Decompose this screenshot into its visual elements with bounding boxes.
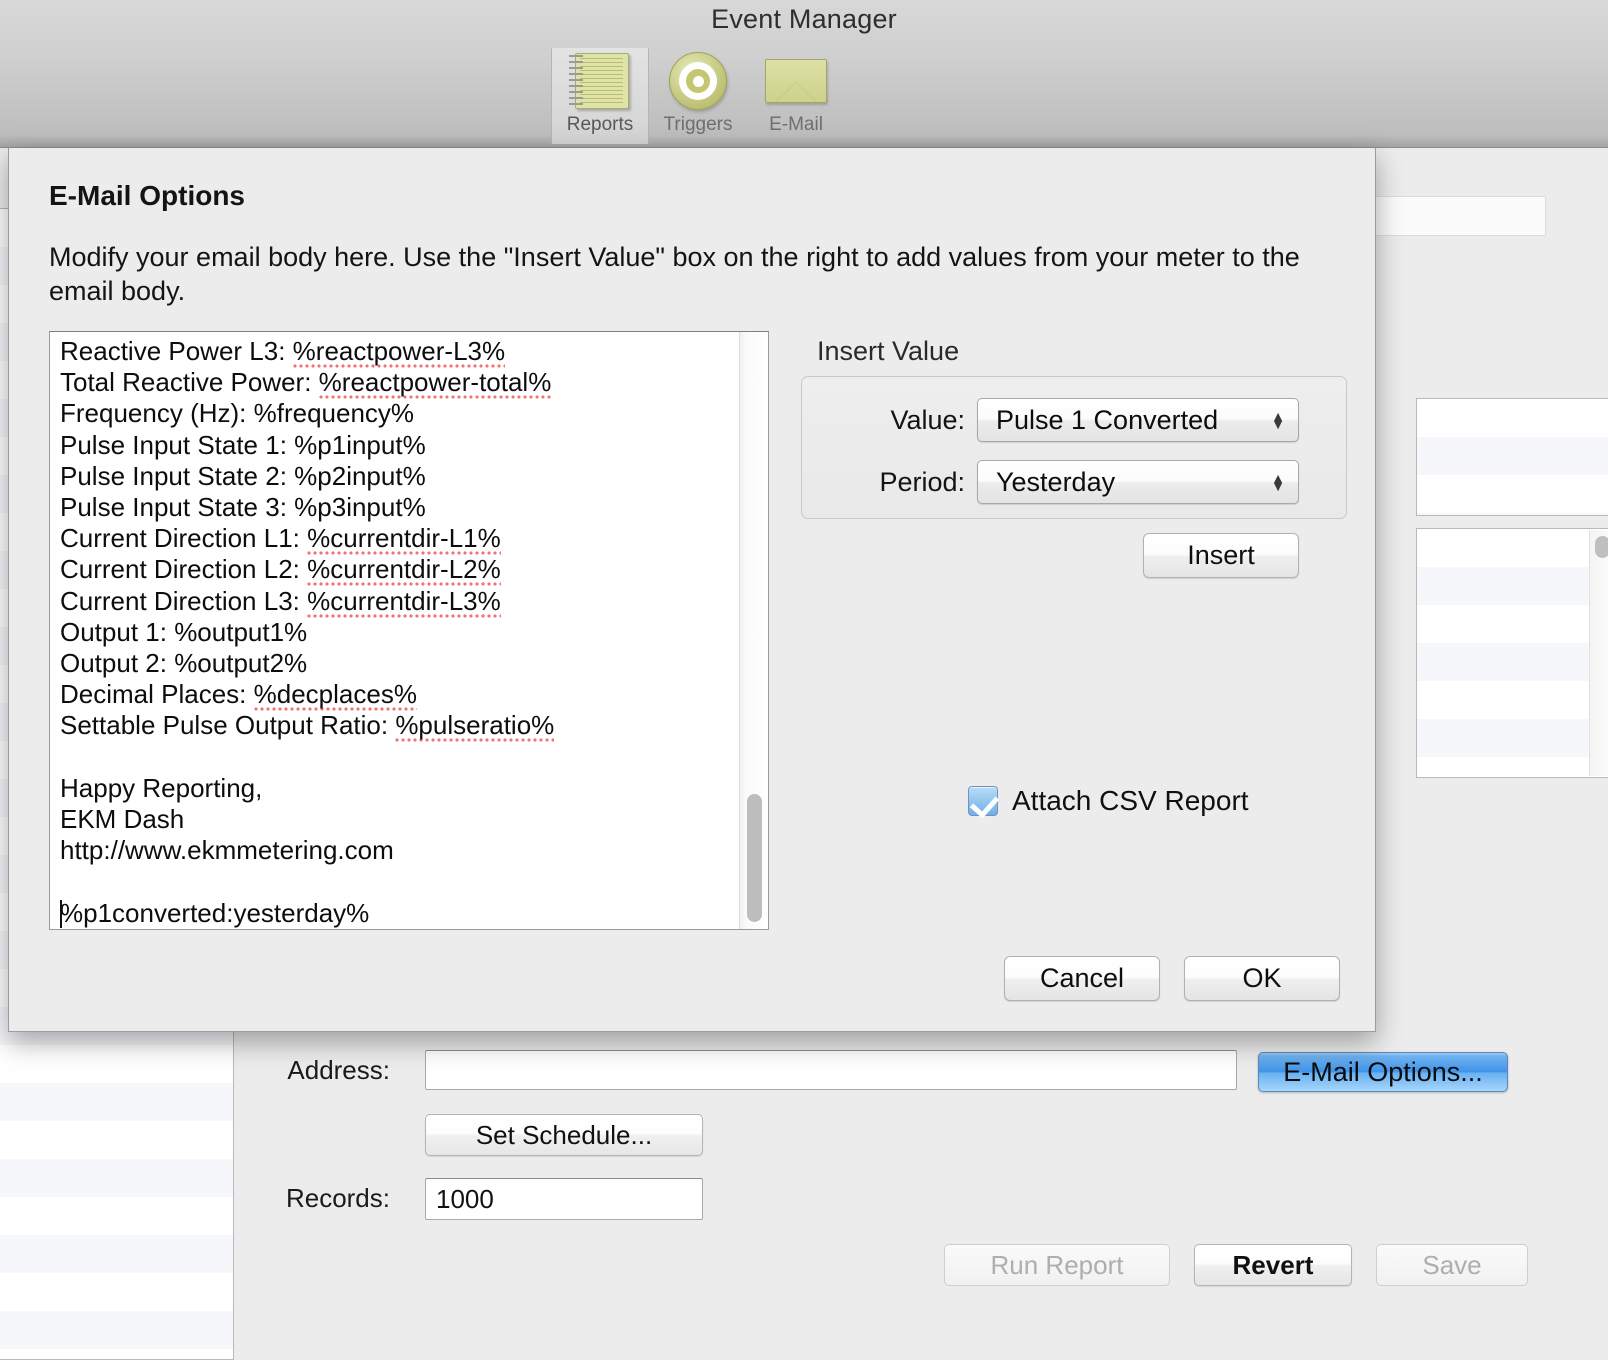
email-body-line: Settable Pulse Output Ratio: %pulseratio… — [60, 710, 732, 745]
background-table-scrollbar[interactable] — [1589, 530, 1608, 776]
email-body-line: Current Direction L1: %currentdir-L1% — [60, 523, 732, 558]
stepper-arrows-icon: ▲ ▼ — [1271, 470, 1285, 494]
email-template-token: %currentdir-L2% — [307, 554, 501, 589]
email-body-line: Total Reactive Power: %reactpower-total% — [60, 367, 732, 402]
attach-csv-checkbox-row[interactable]: Attach CSV Report — [968, 785, 1249, 817]
envelope-icon — [747, 50, 845, 112]
email-body-line — [60, 742, 732, 773]
email-template-token: %p1input% — [294, 429, 426, 460]
email-template-token: %frequency% — [253, 398, 415, 429]
email-body-scrollbar[interactable] — [739, 332, 768, 929]
scrollbar-thumb[interactable] — [747, 794, 762, 922]
email-body-textarea[interactable]: Reactive Power L3: %reactpower-L3% Total … — [49, 331, 769, 930]
records-label: Records: — [285, 1183, 390, 1213]
toolbar-items: Reports Triggers E-Mail — [551, 48, 845, 144]
email-template-token: %output1% — [174, 616, 308, 647]
dialog-title: E-Mail Options — [49, 180, 245, 211]
background-table-small[interactable] — [1416, 398, 1608, 516]
email-body-line: http://www.ekmmetering.com — [60, 835, 394, 866]
run-report-button[interactable]: Run Report — [944, 1244, 1170, 1286]
email-body-line — [60, 866, 732, 897]
dialog-description: Modify your email body here. Use the "In… — [49, 242, 1300, 307]
email-body-content: Reactive Power L3: %reactpower-L3% Total … — [60, 336, 732, 929]
email-body-line: Pulse Input State 3: %p3input% — [60, 492, 426, 523]
email-template-token: %reactpower-L3% — [292, 336, 506, 370]
value-label: Value: — [890, 405, 965, 435]
email-body-line: Output 1: %output1% — [60, 616, 308, 647]
email-body-line: Pulse Input State 1: %p1input% — [60, 429, 426, 460]
email-options-button[interactable]: E-Mail Options... — [1258, 1052, 1508, 1092]
toolbar-item-reports-label: Reports — [566, 114, 634, 135]
toolbar-item-email-label: E-Mail — [769, 114, 823, 135]
value-dropdown[interactable]: Pulse 1 Converted ▲ ▼ — [977, 398, 1299, 442]
email-body-line: Current Direction L3: %currentdir-L3% — [60, 585, 732, 620]
toolbar-item-email[interactable]: E-Mail — [747, 48, 845, 136]
email-body-line: Reactive Power L3: %reactpower-L3% — [60, 336, 732, 370]
value-dropdown-selected: Pulse 1 Converted — [996, 404, 1219, 435]
email-options-dialog: E-Mail Options Modify your email body he… — [8, 148, 1376, 1032]
email-body-line: Frequency (Hz): %frequency% — [60, 398, 415, 429]
address-label: Address: — [287, 1055, 390, 1085]
email-template-token: %p2input% — [294, 460, 426, 491]
save-button[interactable]: Save — [1376, 1244, 1528, 1286]
email-template-token: %currentdir-L3% — [307, 585, 501, 620]
email-body-line: Pulse Input State 2: %p2input% — [60, 460, 426, 491]
toolbar-item-triggers-label: Triggers — [663, 114, 733, 135]
email-body-line: Output 2: %output2% — [60, 648, 308, 679]
attach-csv-label: Attach CSV Report — [1012, 785, 1249, 816]
period-label: Period: — [879, 467, 965, 497]
scrollbar-thumb[interactable] — [1595, 536, 1608, 558]
revert-button[interactable]: Revert — [1194, 1244, 1352, 1286]
ok-button[interactable]: OK — [1184, 956, 1340, 1001]
email-template-token: %output2% — [174, 648, 308, 679]
email-template-token: %pulseratio% — [395, 710, 555, 745]
period-dropdown-selected: Yesterday — [996, 466, 1116, 497]
background-table-large[interactable] — [1416, 528, 1608, 778]
email-body-line: Decimal Places: %decplaces% — [60, 679, 732, 714]
email-template-token: %p3input% — [294, 492, 426, 523]
period-dropdown[interactable]: Yesterday ▲ ▼ — [977, 460, 1299, 504]
notebook-icon — [552, 50, 648, 112]
toolbar-item-reports[interactable]: Reports — [551, 48, 649, 144]
checkbox-checked-icon[interactable] — [968, 786, 998, 816]
window-toolbar: Event Manager Reports Triggers E-Mail — [0, 0, 1608, 148]
stepper-arrows-icon: ▲ ▼ — [1271, 408, 1285, 432]
set-schedule-button[interactable]: Set Schedule... — [425, 1114, 703, 1156]
email-body-line: %p1converted:yesterday% — [60, 897, 370, 928]
email-body-line: EKM Dash — [60, 804, 185, 835]
email-template-token: %reactpower-total% — [318, 367, 552, 402]
insert-value-group-title: Insert Value — [817, 336, 960, 366]
address-input[interactable] — [425, 1050, 1237, 1090]
email-template-token: %decplaces% — [253, 679, 417, 714]
text-caret — [60, 900, 62, 928]
toolbar-item-triggers[interactable]: Triggers — [649, 48, 747, 136]
insert-button[interactable]: Insert — [1143, 533, 1299, 578]
email-template-token: %currentdir-L1% — [307, 523, 501, 558]
target-icon — [649, 50, 747, 112]
records-input[interactable]: 1000 — [425, 1178, 703, 1220]
window-title: Event Manager — [711, 4, 897, 34]
email-body-line: Current Direction L2: %currentdir-L2% — [60, 554, 732, 589]
email-body-line: Happy Reporting, — [60, 772, 263, 803]
cancel-button[interactable]: Cancel — [1004, 956, 1160, 1001]
